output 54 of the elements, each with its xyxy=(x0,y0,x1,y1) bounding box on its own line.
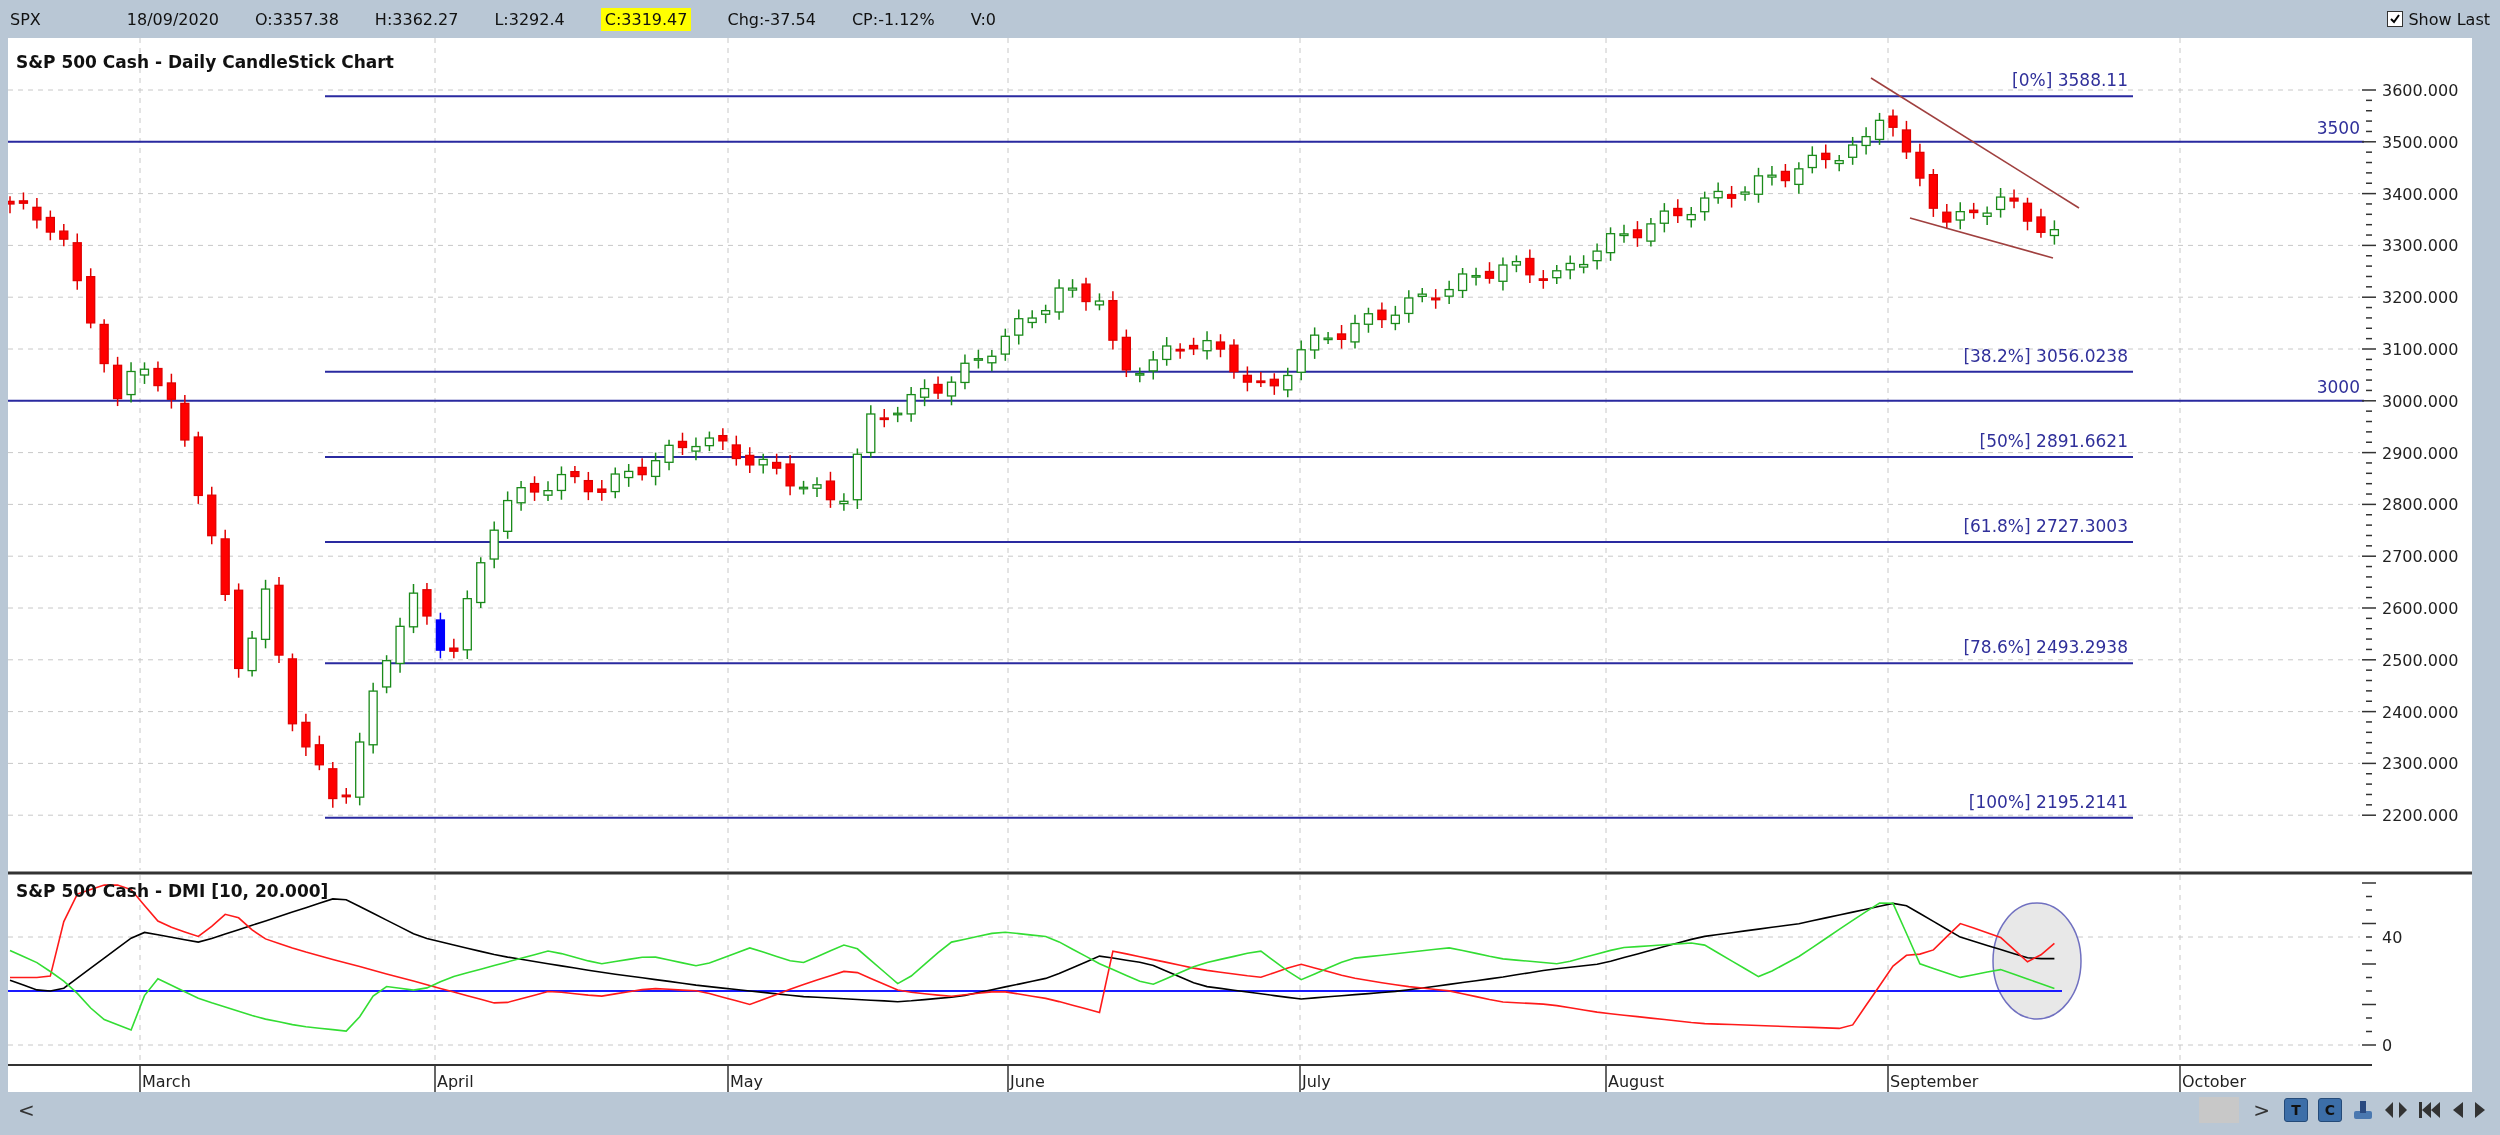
price-axis-label: 2800.000 xyxy=(2382,495,2459,515)
fibonacci-label: [0%] 3588.11 xyxy=(2012,70,2128,91)
price-axis-label: 3600.000 xyxy=(2382,81,2459,100)
price-axis-label: 3000.000 xyxy=(2382,391,2459,411)
next-icon[interactable] xyxy=(2474,1101,2486,1119)
price-axis-label: 2200.000 xyxy=(2382,806,2459,826)
checkmark-icon xyxy=(2389,13,2402,25)
change-text: Chg:-37.54 xyxy=(727,9,816,29)
show-last-checkbox[interactable]: Show Last xyxy=(2387,9,2490,29)
close-price: C:3319.47 xyxy=(600,7,692,31)
previous-icon[interactable] xyxy=(2452,1101,2464,1119)
month-label: September xyxy=(1890,1072,1979,1091)
dmi-axis-label: 0 xyxy=(2382,1036,2393,1055)
price-axis-label: 3400.000 xyxy=(2382,184,2459,204)
price-axis-label: 3200.000 xyxy=(2382,288,2459,308)
fibonacci-label: [61.8%] 2727.3003 xyxy=(1963,516,2128,537)
date-text: 18/09/2020 xyxy=(126,9,219,29)
pin-icon[interactable] xyxy=(2352,1099,2374,1121)
price-axis-label: 2300.000 xyxy=(2382,754,2459,774)
scroll-left-button[interactable]: < xyxy=(14,1098,39,1122)
fibonacci-label: [100%] 2195.2141 xyxy=(1968,791,2128,812)
volume-text: V:0 xyxy=(970,9,996,29)
symbol-text: SPX xyxy=(10,9,41,29)
price-axis-label: 2500.000 xyxy=(2382,650,2459,670)
price-axis-label: 2400.000 xyxy=(2382,702,2459,722)
chart-title: S&P 500 Cash - Daily CandleStick Chart xyxy=(16,52,394,72)
month-label: October xyxy=(2182,1072,2247,1091)
level-label: 3000 xyxy=(2316,376,2360,397)
month-label: March xyxy=(142,1072,191,1091)
level-label: 3500 xyxy=(2316,117,2360,138)
price-axis-label: 2700.000 xyxy=(2382,547,2459,567)
dmi-axis-label: 40 xyxy=(2382,928,2403,947)
month-label: August xyxy=(1608,1072,1664,1091)
scroll-right-button[interactable]: > xyxy=(2249,1098,2274,1122)
month-label: May xyxy=(730,1072,764,1091)
open-price: O:3357.38 xyxy=(255,9,339,29)
high-price: H:3362.27 xyxy=(374,9,459,29)
price-axis-label: 3300.000 xyxy=(2382,236,2459,256)
fibonacci-label: [38.2%] 3056.0238 xyxy=(1963,345,2128,366)
change-percent-text: CP:-1.12% xyxy=(851,9,935,29)
toolbar-button[interactable]: C xyxy=(2318,1098,2342,1122)
price-axis-label: 2900.000 xyxy=(2382,443,2459,463)
price-axis-label: 3100.000 xyxy=(2382,340,2459,359)
fibonacci-label: [50%] 2891.6621 xyxy=(1979,430,2128,451)
price-axis-label: 2600.000 xyxy=(2382,599,2459,618)
price-axis-label: 3500.000 xyxy=(2382,132,2459,152)
toolbar-button[interactable]: T xyxy=(2284,1098,2308,1122)
first-icon[interactable] xyxy=(2418,1101,2442,1119)
expand-arrows-icon[interactable] xyxy=(2384,1101,2408,1119)
month-label: April xyxy=(437,1072,474,1091)
low-price: L:3292.4 xyxy=(494,9,565,29)
month-label: July xyxy=(1302,1072,1331,1091)
fibonacci-label: [78.6%] 2493.2938 xyxy=(1963,637,2128,658)
month-label: June xyxy=(1010,1072,1045,1091)
